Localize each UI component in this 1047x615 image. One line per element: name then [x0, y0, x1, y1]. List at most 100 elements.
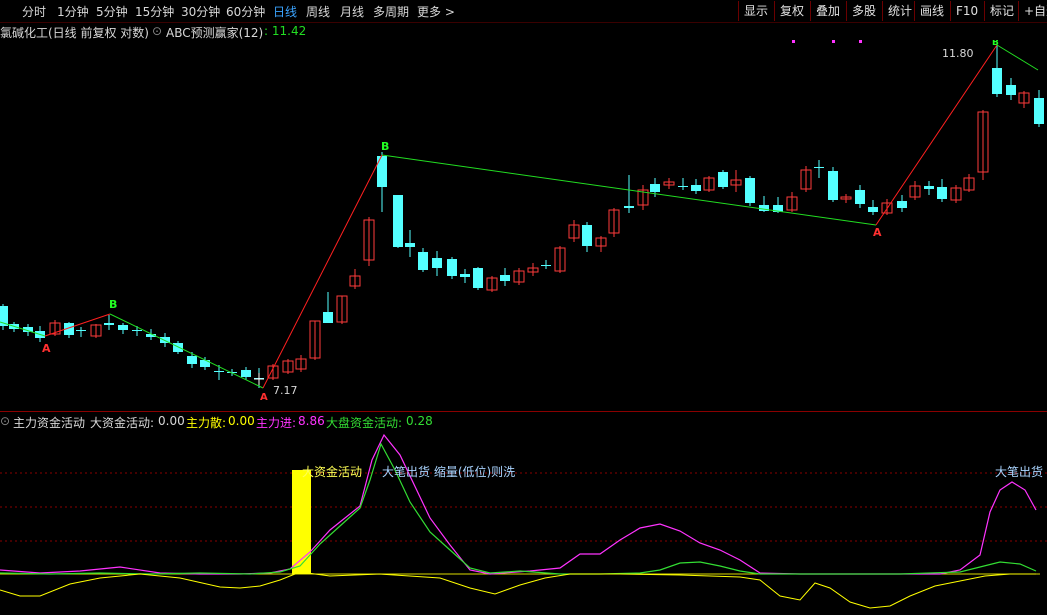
candle — [828, 167, 838, 202]
period-tab[interactable]: 分时 — [22, 3, 46, 20]
period-tab[interactable]: 日线 — [273, 3, 297, 20]
candle — [90, 324, 102, 338]
candle — [977, 110, 989, 180]
toolbar-button[interactable]: 统计 — [882, 1, 917, 21]
candlestick-chart[interactable]: A A A B B B 7.17 11.80 — [0, 40, 1047, 412]
sub-title[interactable]: 主力资金活动 — [13, 414, 85, 431]
high-price-label: 11.80 — [942, 47, 974, 60]
indicator-toggle-icon[interactable]: ⊙ — [152, 24, 162, 38]
candle — [992, 44, 1002, 97]
candle — [486, 276, 498, 292]
marker-a: A — [873, 226, 882, 239]
period-toolbar: 分时 1分钟 5分钟 15分钟 30分钟 60分钟 日线 周线 月线 多周期 更多 > 显示 复权 叠加多… — [0, 0, 1047, 23]
candle-body — [814, 167, 824, 168]
toolbar-button[interactable]: 多股 — [846, 1, 881, 21]
toolbar-button[interactable]: 标记 — [984, 1, 1019, 21]
period-tab[interactable]: 5分钟 — [96, 3, 128, 20]
candle-body — [405, 243, 415, 247]
candle-body — [691, 185, 701, 191]
candle — [950, 185, 962, 203]
candle-body — [418, 252, 428, 270]
candle — [1006, 78, 1016, 100]
sell-annotation: 大笔出货 — [995, 464, 1043, 479]
market-line — [0, 442, 1037, 575]
period-tab[interactable]: 月线 — [340, 3, 364, 20]
candle — [730, 170, 742, 192]
candle — [527, 263, 539, 276]
candle — [349, 269, 361, 289]
zigzag-fall-line — [996, 44, 1039, 71]
candle-body — [855, 190, 865, 204]
marker-a: A — [42, 342, 51, 355]
indicator-name[interactable]: ABC预测赢家(12) — [166, 24, 263, 41]
candle — [568, 220, 580, 242]
candle-body — [447, 259, 457, 276]
candle-body — [173, 343, 183, 352]
candle — [104, 315, 114, 330]
candle — [64, 322, 74, 338]
market-value: 0.28 — [406, 414, 433, 428]
period-tab[interactable]: 60分钟 — [226, 3, 265, 20]
toolbar-button[interactable]: +自选 — [1018, 1, 1047, 21]
candle-body — [1034, 98, 1044, 124]
candle — [323, 292, 333, 323]
signal-dot — [832, 40, 835, 43]
period-tab[interactable]: 更多 > — [417, 3, 455, 20]
candle — [363, 217, 375, 266]
candle-body — [718, 172, 728, 187]
candle — [937, 179, 947, 202]
candle-body — [582, 225, 592, 246]
candle-body — [132, 330, 142, 331]
candle-body — [200, 360, 210, 367]
period-tab[interactable]: 15分钟 — [135, 3, 174, 20]
period-tab[interactable]: 30分钟 — [181, 3, 220, 20]
candle — [554, 246, 566, 273]
period-tab[interactable]: 周线 — [306, 3, 330, 20]
candle-body — [624, 206, 634, 208]
candle — [173, 341, 183, 354]
candle — [909, 181, 921, 200]
candle — [118, 323, 128, 334]
candle-body — [1006, 85, 1016, 95]
candle — [1018, 91, 1030, 108]
candle — [146, 329, 156, 340]
signal-dot — [859, 40, 862, 43]
candle — [0, 304, 8, 330]
candle — [432, 251, 442, 276]
toolbar-button[interactable]: 复权 — [774, 1, 809, 21]
marker-a: A — [260, 392, 268, 403]
chart-info-bar: 氯碱化工(日线 前复权 对数) ⊙ ABC预测赢家(12) : 11.42 — [0, 22, 1047, 40]
candle — [418, 248, 428, 272]
candle — [924, 181, 934, 195]
candle — [200, 357, 210, 370]
candle — [336, 295, 348, 324]
candle — [608, 208, 620, 237]
toolbar-button[interactable]: 叠加 — [810, 1, 845, 21]
candle-body — [377, 156, 387, 187]
candle — [691, 179, 701, 194]
big-fund-bar — [292, 470, 311, 574]
candle — [855, 185, 865, 208]
period-tab[interactable]: 1分钟 — [57, 3, 89, 20]
candle — [881, 199, 893, 215]
period-tab[interactable]: 多周期 — [373, 3, 409, 20]
fund-flow-chart[interactable]: 大资金活动 大笔出货 缩量(低位)则洗 大笔出货 — [0, 430, 1047, 615]
zigzag-fall-line — [109, 313, 264, 389]
candle-body — [868, 207, 878, 212]
candle — [786, 192, 798, 212]
sub-toggle-icon[interactable]: ⊙ — [0, 414, 10, 428]
toolbar-button[interactable]: F10 — [950, 1, 983, 21]
candle — [460, 269, 470, 283]
candle-body — [214, 371, 224, 372]
candle-body — [937, 187, 947, 199]
candle — [678, 178, 688, 190]
toolbar-button[interactable]: 画线 — [914, 1, 949, 21]
candle — [718, 170, 728, 189]
candle — [703, 176, 715, 192]
candle-body — [104, 323, 114, 325]
toolbar-button[interactable]: 显示 — [738, 1, 773, 21]
candle-body — [393, 195, 403, 247]
candle — [745, 176, 755, 206]
sell-annotation: 大笔出货 缩量(低位)则洗 — [382, 464, 515, 479]
candle — [840, 194, 852, 203]
